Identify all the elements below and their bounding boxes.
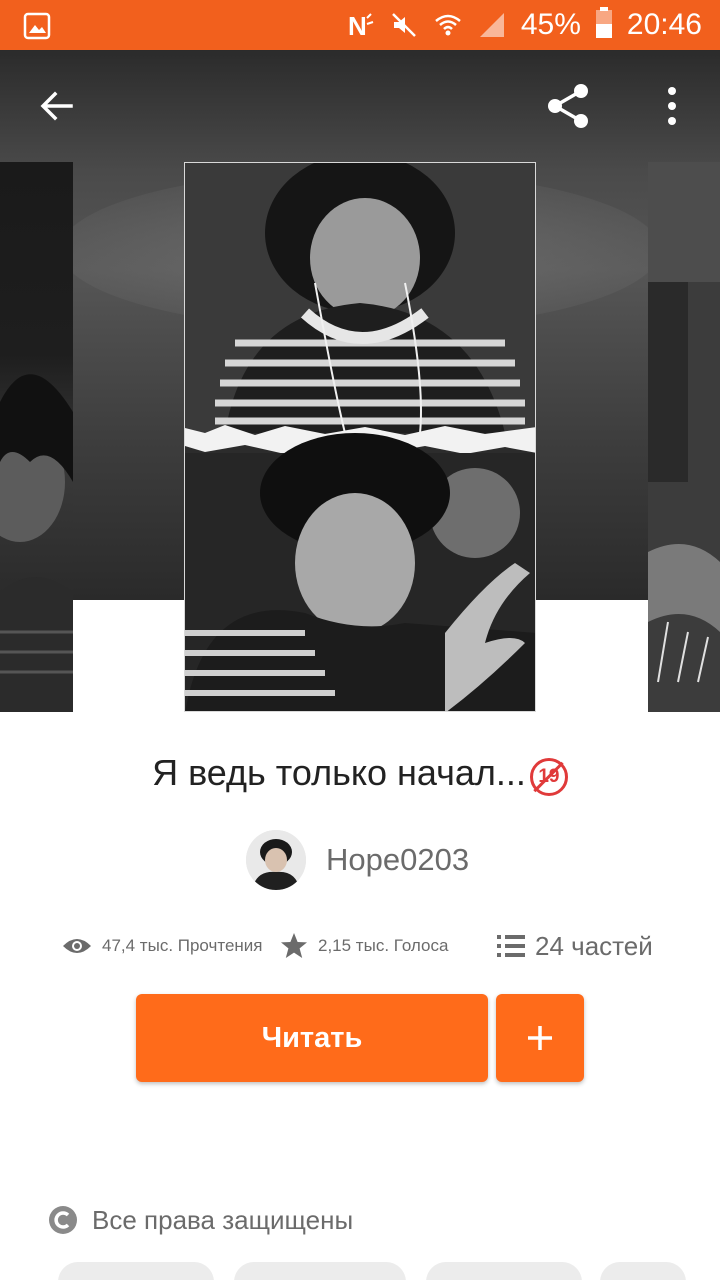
copyright-icon [49, 1206, 77, 1234]
add-to-library-button[interactable] [496, 994, 584, 1082]
cover-image-previous[interactable] [0, 162, 73, 712]
battery-percent: 45% [520, 8, 581, 41]
nfc-icon: N [345, 10, 375, 40]
status-bar: N 45% 20:46 [0, 0, 720, 50]
parts-count: 24 частей [535, 930, 653, 961]
back-button[interactable] [26, 76, 86, 136]
cover-image-next[interactable] [648, 162, 720, 712]
clock: 20:46 [626, 8, 702, 41]
read-button[interactable]: Читать [136, 994, 488, 1082]
votes-count: 2,15 тыс. Голоса [318, 936, 449, 955]
list-icon [497, 935, 525, 957]
star-icon [281, 933, 307, 958]
tag-chip[interactable] [426, 1262, 582, 1280]
reads-count: 47,4 тыс. Прочтения [102, 936, 263, 955]
cover-image[interactable] [184, 162, 536, 712]
story-title: Я ведь только начал... 19 [0, 752, 720, 796]
story-stats: 47,4 тыс. Прочтения 2,15 тыс. Голоса 24 … [0, 926, 720, 966]
plus-icon [528, 1026, 552, 1050]
tag-chip[interactable] [600, 1262, 686, 1280]
svg-text:N: N [348, 11, 367, 40]
author-name: Hope0203 [326, 842, 470, 877]
parts-stat[interactable]: 24 частей [497, 926, 653, 966]
more-options-button[interactable] [642, 76, 702, 136]
votes-stat: 2,15 тыс. Голоса [280, 926, 448, 966]
age-rating-badge: 19 [529, 758, 568, 796]
read-button-label: Читать [261, 1021, 363, 1054]
battery-icon [595, 6, 613, 44]
story-details-screen: N 45% 20:46 Я ведь только начал... 19 Ho… [0, 0, 720, 1280]
signal-icon [477, 10, 507, 40]
tag-chip[interactable] [58, 1262, 214, 1280]
more-vert-icon [668, 87, 676, 125]
share-icon [548, 84, 588, 128]
tag-chip[interactable] [234, 1262, 406, 1280]
eye-icon [63, 939, 91, 953]
mute-icon [389, 10, 419, 40]
author-link[interactable]: Hope0203 [246, 830, 469, 890]
back-arrow-icon [40, 91, 73, 121]
gallery-icon [22, 11, 52, 41]
copyright-text: Все права защищены [92, 1204, 354, 1235]
share-button[interactable] [538, 76, 598, 136]
reads-stat: 47,4 тыс. Прочтения [62, 926, 263, 966]
wifi-icon [433, 10, 463, 40]
avatar [246, 830, 306, 890]
story-title-text: Я ведь только начал... [152, 752, 526, 793]
copyright-notice: Все права защищены [48, 1202, 353, 1238]
